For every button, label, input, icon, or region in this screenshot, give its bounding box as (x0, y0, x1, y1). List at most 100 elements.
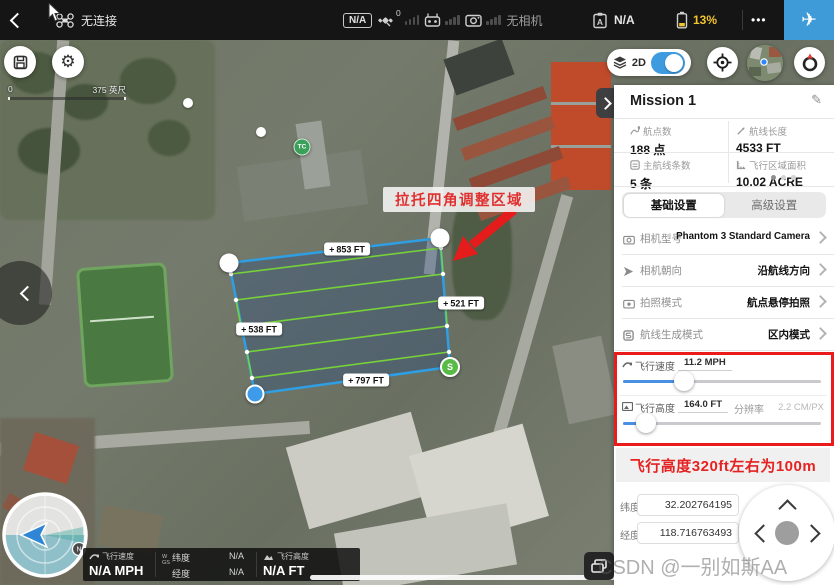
altitude-slider-thumb[interactable] (636, 413, 656, 433)
camera-model-icon (623, 235, 635, 245)
chevron-right-icon (599, 97, 612, 110)
locate-me-button[interactable] (707, 47, 738, 78)
tab-basic-settings[interactable]: 基础设置 (624, 194, 725, 217)
map-poi-marker: TC (294, 139, 311, 156)
remote-controller-icon (424, 13, 441, 27)
speed-slider-track[interactable] (623, 380, 821, 383)
area-corner-handle[interactable] (220, 254, 239, 273)
speed-value-field[interactable]: 11.2 MPH (678, 357, 732, 371)
longitude-input[interactable]: 118.716763493 (637, 522, 739, 544)
map-2d-toggle[interactable] (651, 52, 685, 74)
nudge-right-button[interactable] (802, 524, 820, 542)
battery-group: 13% (676, 0, 717, 40)
chevron-right-icon (814, 263, 827, 276)
poi-label: TC (298, 144, 307, 151)
setting-camera-model[interactable]: 相机型号 Phantom 3 Standard Camera (614, 222, 834, 254)
app-root: S TC +853 FT +521 FT +538 FT +797 FT 拉托四… (0, 0, 834, 585)
gps-count: 0 (396, 8, 401, 18)
gps-signal-bars (405, 15, 420, 25)
setting-route-mode[interactable]: 航线生成模式 区内模式 (614, 318, 834, 350)
rc-mode-value: N/A (614, 13, 635, 27)
start-marker-label: S (447, 362, 453, 372)
setting-camera-heading[interactable]: 相机朝向 沿航线方向 (614, 254, 834, 286)
camera-status: 无相机 (507, 12, 543, 29)
gear-icon: ⚙ (60, 52, 75, 72)
layers-icon (613, 56, 627, 69)
more-menu-button[interactable]: ••• (751, 0, 767, 40)
save-mission-button[interactable] (4, 46, 36, 78)
telemetry-coords: WGS 纬度N/A 经度N/A (156, 548, 256, 581)
battery-icon (676, 11, 688, 29)
compass-reset-button[interactable] (794, 47, 825, 78)
takeoff-button[interactable]: ✈ (784, 0, 834, 40)
stat-area: 飞行区域面积 10.02 ACRE (736, 158, 834, 189)
move-icon: + (348, 375, 353, 385)
mission-title: Mission 1 (630, 93, 696, 109)
back-button[interactable] (12, 0, 23, 40)
nudge-left-button[interactable] (754, 524, 772, 542)
chevron-right-icon (814, 327, 827, 340)
waypoints-icon (630, 126, 640, 136)
clipboard-a-icon: A (592, 12, 608, 29)
photo-mode-icon (623, 299, 635, 309)
latitude-input[interactable]: 32.202764195 (637, 494, 739, 516)
save-icon (13, 55, 28, 70)
telemetry-speed: 飞行速度 N/A MPH (83, 548, 155, 581)
settings-tabs: 基础设置 高级设置 (622, 192, 826, 218)
ellipsis-icon: ••• (751, 13, 767, 27)
route-mode-icon (623, 330, 634, 341)
heading-icon (623, 266, 634, 277)
nudge-up-button[interactable] (778, 499, 796, 517)
speed-slider-thumb[interactable] (674, 371, 694, 391)
pencil-icon: ✎ (811, 92, 822, 107)
gps-group: 0 (378, 0, 419, 40)
map-settings-button[interactable]: ⚙ (52, 46, 84, 78)
route-length-icon (736, 126, 746, 136)
mission-panel: Mission 1 ✎ 航点数 188 点 航线长度 4533 FT 主航线条数… (614, 85, 834, 585)
flight-area-polygon[interactable] (229, 238, 450, 394)
move-icon: + (329, 244, 334, 254)
chevron-right-icon (814, 231, 827, 244)
move-icon: + (241, 324, 246, 334)
airplane-icon: ✈ (801, 9, 817, 32)
edge-distance-label: +853 FT (324, 243, 370, 256)
altitude-value-field[interactable]: 164.0 FT (678, 399, 728, 413)
setting-photo-mode[interactable]: 拍照模式 航点悬停拍照 (614, 286, 834, 318)
edge-distance-label: +538 FT (236, 323, 282, 336)
compass-icon (800, 53, 820, 73)
main-lines-icon (630, 160, 640, 170)
svg-text:A: A (597, 17, 603, 27)
route-start-marker[interactable]: S (440, 357, 460, 377)
edge-distance-label: +797 FT (343, 374, 389, 387)
panel-collapse-tab[interactable] (596, 88, 614, 118)
flight-mode-badge: N/A (343, 13, 372, 28)
rc-signal-bars (445, 15, 460, 25)
altitude-label: 飞行高度 (635, 400, 675, 415)
map-scale-bar: 0375 英尺 (8, 84, 126, 100)
map-dot (256, 127, 266, 137)
resolution-value: 2.2 CM/PX (778, 402, 824, 413)
speed-label: 飞行速度 (635, 358, 675, 373)
tab-advanced-settings[interactable]: 高级设置 (724, 194, 825, 217)
altitude-note: 飞行高度320ft左右为100m (616, 448, 830, 482)
aircraft-status: 无连接 (56, 0, 117, 40)
flight-mode-group: N/A (343, 0, 372, 40)
wgs-label: WGS (162, 551, 170, 581)
connection-status: 无连接 (81, 12, 117, 29)
area-corner-handle[interactable] (431, 229, 450, 248)
page-dots[interactable] (771, 175, 796, 180)
mouse-cursor (48, 3, 62, 23)
speed-row-icon (622, 360, 632, 369)
minimap-button[interactable] (747, 45, 783, 81)
altitude-row-icon (622, 402, 633, 411)
map-dot (183, 98, 193, 108)
edit-mission-button[interactable]: ✎ (811, 92, 822, 108)
compass-widget[interactable]: N (2, 492, 88, 578)
watermark: CSDN @一别如斯AA (598, 551, 787, 580)
move-icon: + (443, 298, 448, 308)
edge-distance-label: +521 FT (438, 297, 484, 310)
map-mode-label: 2D (632, 57, 646, 69)
area-corner-handle-active[interactable] (246, 385, 265, 404)
nudge-center-button[interactable] (775, 521, 799, 545)
chevron-right-icon (814, 295, 827, 308)
